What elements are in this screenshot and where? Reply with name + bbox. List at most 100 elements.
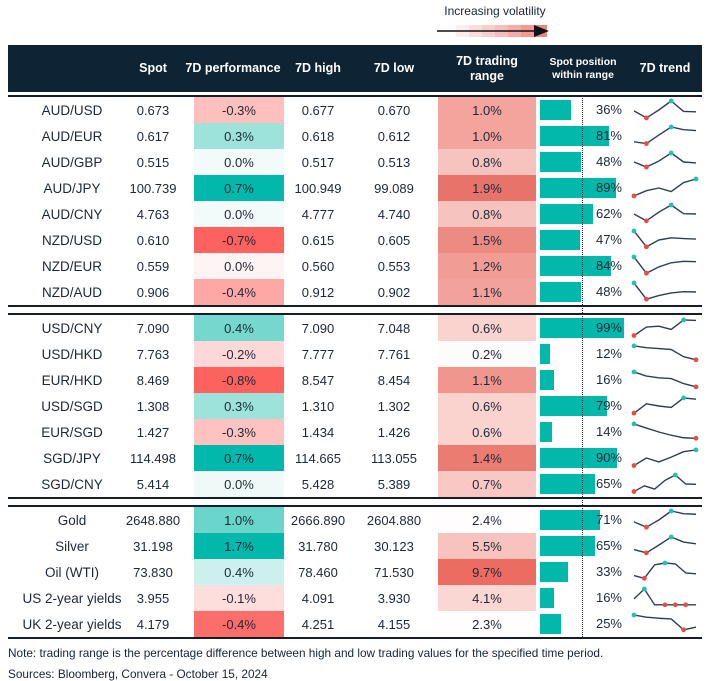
performance-cell: -0.4% bbox=[194, 611, 284, 637]
trading-range-cell: 1.0% bbox=[438, 97, 536, 123]
performance-cell: -0.4% bbox=[194, 279, 284, 305]
performance-cell: -0.1% bbox=[194, 585, 284, 611]
spot-position-cell: 48% bbox=[538, 149, 628, 175]
low-value: 0.513 bbox=[377, 154, 411, 170]
spark-min-dot bbox=[644, 164, 649, 170]
high-value: 1.310 bbox=[301, 398, 335, 414]
trading-range-cell: 1.4% bbox=[438, 445, 536, 471]
performance-cell: 0.4% bbox=[194, 559, 284, 585]
spot-value: 8.469 bbox=[136, 372, 170, 388]
row-label: SGD/CNY bbox=[41, 476, 103, 492]
spot-position-bar bbox=[540, 152, 581, 172]
spot-position-cell: 47% bbox=[538, 227, 628, 253]
row-label: AUD/CNY bbox=[41, 206, 103, 222]
row-label: SGD/JPY bbox=[43, 450, 101, 466]
trend-cell bbox=[628, 533, 702, 559]
performance-cell: -0.3% bbox=[194, 419, 284, 445]
spot-value: 0.673 bbox=[136, 102, 170, 118]
trading-range-cell: 2.4% bbox=[438, 507, 536, 533]
spot-position-cell: 81% bbox=[538, 123, 628, 149]
table-row: SGD/CNY 5.414 0.0% 5.428 5.389 0.7% 65% bbox=[8, 471, 702, 497]
spot-value: 0.617 bbox=[136, 128, 170, 144]
spot-position-cell: 48% bbox=[538, 279, 628, 305]
column-header-perf: 7D performance bbox=[185, 61, 281, 76]
spot-position-cell: 89% bbox=[538, 175, 628, 201]
spark-max-dot bbox=[681, 317, 686, 323]
high-value: 4.251 bbox=[301, 616, 335, 632]
low-value: 0.612 bbox=[377, 128, 411, 144]
spot-position-value: 99% bbox=[595, 320, 622, 335]
spot-position-value: 36% bbox=[595, 102, 622, 117]
spark-min-dot bbox=[631, 489, 637, 494]
spot-position-cell: 16% bbox=[538, 367, 628, 393]
spark-min-dot bbox=[644, 115, 649, 121]
trading-range-cell: 0.2% bbox=[438, 341, 536, 367]
performance-cell: -0.7% bbox=[194, 227, 284, 253]
trading-range-cell: 5.5% bbox=[438, 533, 536, 559]
row-label: AUD/EUR bbox=[41, 128, 103, 144]
row-label: AUD/USD bbox=[41, 102, 103, 118]
spot-position-bar bbox=[540, 536, 596, 556]
spot-position-value: 89% bbox=[595, 180, 622, 195]
low-value: 1.302 bbox=[377, 398, 411, 414]
low-value: 4.155 bbox=[377, 616, 411, 632]
spot-position-bar bbox=[540, 282, 581, 302]
spot-position-cell: 33% bbox=[538, 559, 628, 585]
spark-min-dot bbox=[644, 218, 649, 224]
row-label: EUR/HKD bbox=[41, 372, 103, 388]
trading-range-cell: 1.1% bbox=[438, 279, 536, 305]
table-group-1: AUD/USD 0.673 -0.3% 0.677 0.670 1.0% 36% AUD/EU… bbox=[8, 95, 702, 307]
column-header-pos: Spot position within range bbox=[549, 56, 617, 81]
spot-value: 5.414 bbox=[136, 476, 170, 492]
spot-position-value: 48% bbox=[595, 154, 622, 169]
table-row: USD/CNY 7.090 0.4% 7.090 7.048 0.6% 99% bbox=[8, 315, 702, 341]
low-value: 7.761 bbox=[377, 346, 411, 362]
spot-position-value: 71% bbox=[595, 512, 622, 527]
trading-range-cell: 0.6% bbox=[438, 315, 536, 341]
spot-position-bar bbox=[540, 230, 580, 250]
trading-range-cell: 1.9% bbox=[438, 175, 536, 201]
spark-max-dot bbox=[668, 508, 674, 514]
trading-range-cell: 2.3% bbox=[438, 611, 536, 637]
high-value: 4.091 bbox=[301, 590, 335, 606]
trend-cell bbox=[628, 471, 702, 497]
row-label: Oil (WTI) bbox=[45, 564, 99, 580]
table-row: AUD/EUR 0.617 0.3% 0.618 0.612 1.0% 81% bbox=[8, 123, 702, 149]
row-label: AUD/GBP bbox=[41, 154, 103, 170]
spark-max-dot bbox=[631, 280, 637, 286]
spark-max-dot bbox=[668, 98, 674, 104]
spot-value: 0.610 bbox=[136, 232, 170, 248]
sparkline bbox=[633, 534, 697, 556]
trading-range-cell: 0.8% bbox=[438, 201, 536, 227]
table-row: Gold 2648.880 1.0% 2666.890 2604.880 2.4% 71% bbox=[8, 507, 702, 533]
spot-position-value: 84% bbox=[595, 258, 622, 273]
trend-cell bbox=[628, 279, 702, 305]
trend-cell bbox=[628, 559, 702, 585]
performance-cell: 0.0% bbox=[194, 149, 284, 175]
spot-value: 3.955 bbox=[136, 590, 170, 606]
table-row: NZD/AUD 0.906 -0.4% 0.912 0.902 1.1% 48% bbox=[8, 279, 702, 305]
spot-position-bar bbox=[540, 344, 551, 364]
sparkline bbox=[633, 98, 697, 121]
performance-cell: 0.7% bbox=[194, 175, 284, 201]
spark-min-dot bbox=[693, 357, 699, 363]
spot-position-bar bbox=[540, 204, 593, 224]
trend-cell bbox=[628, 367, 702, 393]
spark-max-dot bbox=[631, 254, 637, 260]
spark-min-dot bbox=[644, 524, 649, 530]
spot-value: 1.308 bbox=[136, 398, 170, 414]
spot-position-cell: 71% bbox=[538, 507, 628, 533]
spot-value: 7.090 bbox=[136, 320, 170, 336]
spark-min-dot bbox=[644, 296, 649, 302]
sparkline bbox=[633, 150, 697, 170]
sparkline bbox=[631, 472, 697, 494]
low-value: 3.930 bbox=[377, 590, 411, 606]
column-header-range: 7D trading range bbox=[456, 54, 518, 83]
spark-max-dot bbox=[693, 447, 699, 453]
trading-range-cell: 0.8% bbox=[438, 149, 536, 175]
spark-max-dot bbox=[668, 124, 674, 130]
performance-cell: 0.4% bbox=[194, 315, 284, 341]
spot-position-value: 16% bbox=[595, 590, 622, 605]
table-row: Oil (WTI) 73.830 0.4% 78.460 71.530 9.7% 33% bbox=[8, 559, 702, 585]
column-header-spot: Spot bbox=[139, 61, 167, 76]
